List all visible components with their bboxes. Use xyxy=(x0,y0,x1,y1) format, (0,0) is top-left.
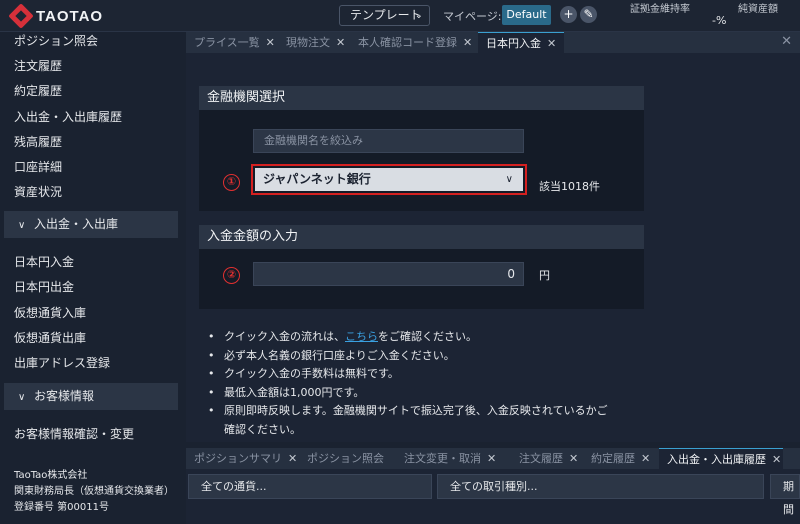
tab-execution-history[interactable]: 約定履歴 ✕ xyxy=(583,448,659,469)
bank-select[interactable]: ジャパンネット銀行 ∨ xyxy=(255,168,523,191)
tab-spot-order[interactable]: 現物注文 ✕ xyxy=(278,32,350,53)
step-marker-2: ② xyxy=(223,267,240,284)
add-icon[interactable]: + xyxy=(560,6,577,23)
tab-price-list[interactable]: プライス一覧 ✕ xyxy=(186,32,278,53)
note-1-before: クイック入金の流れは、 xyxy=(224,330,345,343)
company-registration-number: 登録番号 第00011号 xyxy=(14,502,109,513)
close-icon[interactable]: ✕ xyxy=(772,453,781,466)
close-icon[interactable]: ✕ xyxy=(288,452,297,465)
currency-filter-select[interactable]: 全ての通貨... xyxy=(188,474,432,499)
bank-hit-count: 該当1018件 xyxy=(539,180,600,193)
sidebar-item-order-history[interactable]: 注文履歴 xyxy=(14,57,62,74)
sidebar: ポジション照会 注文履歴 約定履歴 入出金・入出庫履歴 残高履歴 口座詳細 資産… xyxy=(0,32,184,524)
tab-price-list-label: プライス一覧 xyxy=(194,36,260,49)
bottom-tab-bar: ポジションサマリ✕ ポジション照会✕ 注文変更・取消✕ 注文履歴✕ 約定履歴✕ … xyxy=(186,448,800,486)
close-icon[interactable]: ✕ xyxy=(266,36,275,49)
brand-logo-mark xyxy=(8,3,34,29)
sidebar-item-crypto-withdrawal[interactable]: 仮想通貨出庫 xyxy=(14,329,86,346)
note-item: クイック入金の手数料は無料です。 xyxy=(208,365,648,384)
close-icon[interactable]: ✕ xyxy=(336,36,345,49)
sidebar-item-position-inquiry[interactable]: ポジション照会 xyxy=(14,32,98,49)
quick-deposit-guide-link[interactable]: こちら xyxy=(345,330,378,343)
tab-order-history[interactable]: 注文履歴 ✕ xyxy=(511,448,583,469)
bank-selection-title: 金融機関選択 xyxy=(199,86,644,110)
tab-order-cancel[interactable]: 注文変更・取消 ✕ xyxy=(396,448,511,469)
company-registration: 関東財務局長（仮想通貨交換業者） xyxy=(14,486,174,497)
chevron-down-icon: ∨ xyxy=(18,220,26,231)
tab-bar: プライス一覧 ✕ 現物注文 ✕ 本人確認コード登録 ✕ 日本円入金 ✕ ✕ xyxy=(186,32,800,53)
chevron-down-icon: ∨ xyxy=(505,174,513,185)
sidebar-section-customer-label: お客様情報 xyxy=(34,389,95,403)
edit-icon[interactable]: ✎ xyxy=(580,6,597,23)
transaction-type-filter-select[interactable]: 全ての取引種別... xyxy=(437,474,764,499)
note-5-line-1: 原則即時反映します。金融機関サイトで振込完了後、入金反映されているかご xyxy=(224,404,608,418)
template-label: テンプレート xyxy=(350,8,422,22)
sidebar-item-customer-info[interactable]: お客様情報確認・変更 xyxy=(14,425,134,442)
chevron-down-icon: ∨ xyxy=(18,392,26,403)
company-name: TaoTao株式会社 xyxy=(14,470,88,481)
tab-jpy-deposit[interactable]: 日本円入金 ✕ xyxy=(478,32,564,53)
step-marker-1: ① xyxy=(223,174,240,191)
tab-position-summary[interactable]: ポジションサマリ ✕ xyxy=(186,448,299,469)
close-icon[interactable]: ✕ xyxy=(547,37,556,50)
bank-select-value: ジャパンネット銀行 xyxy=(263,172,371,186)
tab-position-summary-label: ポジションサマリ xyxy=(194,452,282,465)
notes-list: クイック入金の流れは、こちらをご確認ください。 必ず本人名義の銀行口座よりご入金… xyxy=(208,328,648,440)
sidebar-section-customer[interactable]: ∨ お客様情報 xyxy=(4,383,178,410)
note-item: 原則即時反映します。金融機関サイトで振込完了後、入金反映されているかご確認くださ… xyxy=(208,402,648,439)
mypage-default-button[interactable]: Default xyxy=(502,5,551,25)
close-icon[interactable]: ✕ xyxy=(463,36,472,49)
bottom-panel: ポジションサマリ✕ ポジション照会✕ 注文変更・取消✕ 注文履歴✕ 約定履歴✕ … xyxy=(186,448,800,524)
bank-selection-panel: 金融機関選択 金融機関名を絞込み ① ジャパンネット銀行 ∨ 該当1018件 xyxy=(199,86,644,211)
top-bar: TAOTAO テンプレート ⌄ マイページ: Default + ✎ 証拠金維持… xyxy=(0,0,800,32)
mypage-label: マイページ: xyxy=(443,10,502,23)
sidebar-section-deposit[interactable]: ∨ 入出金・入出庫 xyxy=(4,211,178,238)
sidebar-section-deposit-label: 入出金・入出庫 xyxy=(34,217,119,231)
tab-position-inquiry[interactable]: ポジション照会✕ xyxy=(299,448,396,486)
note-item: クイック入金の流れは、こちらをご確認ください。 xyxy=(208,328,648,347)
note-item: 必ず本人名義の銀行口座よりご入金ください。 xyxy=(208,347,648,366)
sidebar-item-jpy-withdrawal[interactable]: 日本円出金 xyxy=(14,278,74,295)
close-icon[interactable]: ✕ xyxy=(487,452,496,465)
deposit-amount-input[interactable]: 0 xyxy=(253,262,524,286)
tab-execution-history-label: 約定履歴 xyxy=(591,452,635,465)
yen-unit-label: 円 xyxy=(539,269,550,282)
tab-transfer-history[interactable]: 入出金・入出庫履歴 ✕ xyxy=(659,448,783,469)
brand-logo[interactable]: TAOTAO xyxy=(8,3,104,29)
sidebar-item-balance-history[interactable]: 残高履歴 xyxy=(14,133,62,150)
tab-identity-code[interactable]: 本人確認コード登録 ✕ xyxy=(350,32,478,53)
brand-name: TAOTAO xyxy=(36,7,104,25)
amount-input-title: 入金金額の入力 xyxy=(199,225,644,249)
tab-order-cancel-label: 注文変更・取消 xyxy=(404,452,481,465)
note-item: 最低入金額は1,000円です。 xyxy=(208,384,648,403)
sidebar-item-execution-history[interactable]: 約定履歴 xyxy=(14,82,62,99)
close-icon[interactable]: ✕ xyxy=(781,34,792,49)
margin-rate-label: 証拠金維持率 xyxy=(630,4,690,15)
close-icon[interactable]: ✕ xyxy=(641,452,650,465)
main-panel: プライス一覧 ✕ 現物注文 ✕ 本人確認コード登録 ✕ 日本円入金 ✕ ✕ 金融機関選択… xyxy=(186,32,800,442)
bank-select-highlight[interactable]: ジャパンネット銀行 ∨ xyxy=(251,164,527,195)
note-5-line-2: 確認ください。 xyxy=(224,422,301,436)
period-filter-select[interactable]: 期間 xyxy=(770,474,800,516)
margin-rate-value: -% xyxy=(712,14,727,27)
tab-jpy-deposit-label: 日本円入金 xyxy=(486,37,541,50)
net-assets-label: 純資産額 xyxy=(738,4,778,15)
tab-spot-order-label: 現物注文 xyxy=(286,36,330,49)
amount-input-panel: 入金金額の入力 ② 0 円 xyxy=(199,225,644,309)
sidebar-item-asset-status[interactable]: 資産状況 xyxy=(14,183,62,200)
sidebar-item-crypto-deposit[interactable]: 仮想通貨入庫 xyxy=(14,304,86,321)
sidebar-item-withdrawal-address[interactable]: 出庫アドレス登録 xyxy=(14,354,110,371)
sidebar-item-jpy-deposit[interactable]: 日本円入金 xyxy=(14,253,74,270)
tab-position-inquiry-label: ポジション照会 xyxy=(307,452,384,465)
sidebar-item-transfer-history[interactable]: 入出金・入出庫履歴 xyxy=(14,108,122,125)
note-1-after: をご確認ください。 xyxy=(378,330,477,343)
sidebar-item-account-details[interactable]: 口座詳細 xyxy=(14,158,62,175)
tab-order-history-label: 注文履歴 xyxy=(519,452,563,465)
tab-identity-code-label: 本人確認コード登録 xyxy=(358,36,457,49)
tab-transfer-history-label: 入出金・入出庫履歴 xyxy=(667,453,766,466)
template-select[interactable]: テンプレート ⌄ xyxy=(339,5,430,26)
close-icon[interactable]: ✕ xyxy=(569,452,578,465)
bank-search-input[interactable]: 金融機関名を絞込み xyxy=(253,129,524,153)
chevron-down-icon: ⌄ xyxy=(414,10,423,21)
